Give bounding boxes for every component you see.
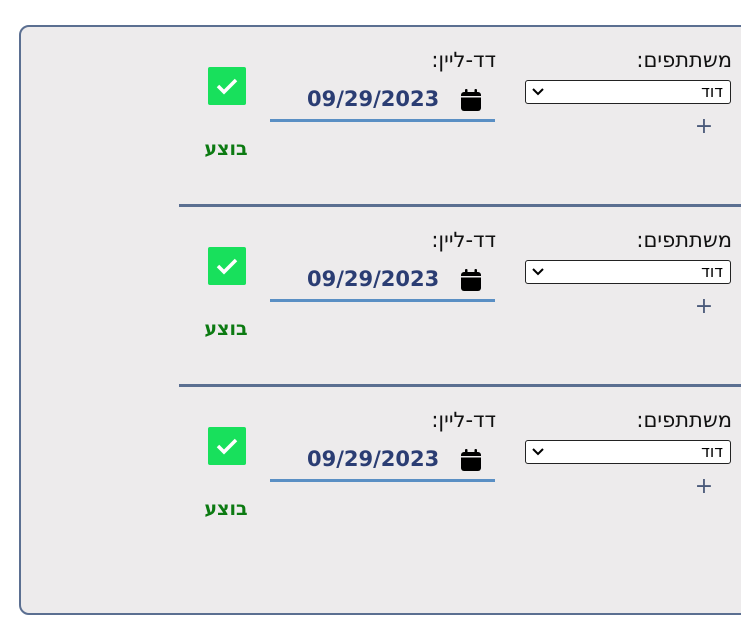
task-row: משתתפים: דוד + דד-ליין: 09/29/2023 בוצע [0, 384, 741, 564]
completed-checkbox[interactable] [208, 247, 246, 285]
chevron-down-icon [532, 268, 544, 276]
completed-checkbox[interactable] [208, 427, 246, 465]
chevron-down-icon [532, 88, 544, 96]
status-label: בוצע [204, 318, 248, 340]
plus-icon: + [694, 114, 714, 139]
calendar-icon[interactable] [460, 448, 482, 472]
plus-icon: + [694, 294, 714, 319]
check-icon [216, 438, 238, 455]
check-icon [216, 78, 238, 95]
participant-select-value: דוד [701, 262, 723, 281]
deadline-label: דד-ליין: [431, 408, 496, 432]
plus-icon: + [694, 474, 714, 499]
task-row: משתתפים: דוד + דד-ליין: 09/29/2023 בוצע [0, 24, 741, 204]
participant-select[interactable]: דוד [525, 260, 731, 284]
participants-label: משתתפים: [636, 408, 732, 432]
deadline-label: דד-ליין: [431, 48, 496, 72]
deadline-date-value: 09/29/2023 [307, 87, 440, 111]
participant-select[interactable]: דוד [525, 440, 731, 464]
status-label: בוצע [204, 138, 248, 160]
deadline-date-field[interactable]: 09/29/2023 [270, 440, 495, 482]
calendar-icon[interactable] [460, 88, 482, 112]
completed-checkbox[interactable] [208, 67, 246, 105]
participants-label: משתתפים: [636, 228, 732, 252]
participants-label: משתתפים: [636, 48, 732, 72]
add-participant-button[interactable]: + [693, 476, 715, 498]
add-participant-button[interactable]: + [693, 116, 715, 138]
deadline-date-value: 09/29/2023 [307, 447, 440, 471]
deadline-date-value: 09/29/2023 [307, 267, 440, 291]
participant-select-value: דוד [701, 442, 723, 461]
participant-select[interactable]: דוד [525, 80, 731, 104]
add-participant-button[interactable]: + [693, 296, 715, 318]
task-row: משתתפים: דוד + דד-ליין: 09/29/2023 בוצע [0, 204, 741, 384]
deadline-date-field[interactable]: 09/29/2023 [270, 80, 495, 122]
chevron-down-icon [532, 448, 544, 456]
deadline-label: דד-ליין: [431, 228, 496, 252]
status-label: בוצע [204, 498, 248, 520]
participant-select-value: דוד [701, 82, 723, 101]
calendar-icon[interactable] [460, 268, 482, 292]
check-icon [216, 258, 238, 275]
deadline-date-field[interactable]: 09/29/2023 [270, 260, 495, 302]
